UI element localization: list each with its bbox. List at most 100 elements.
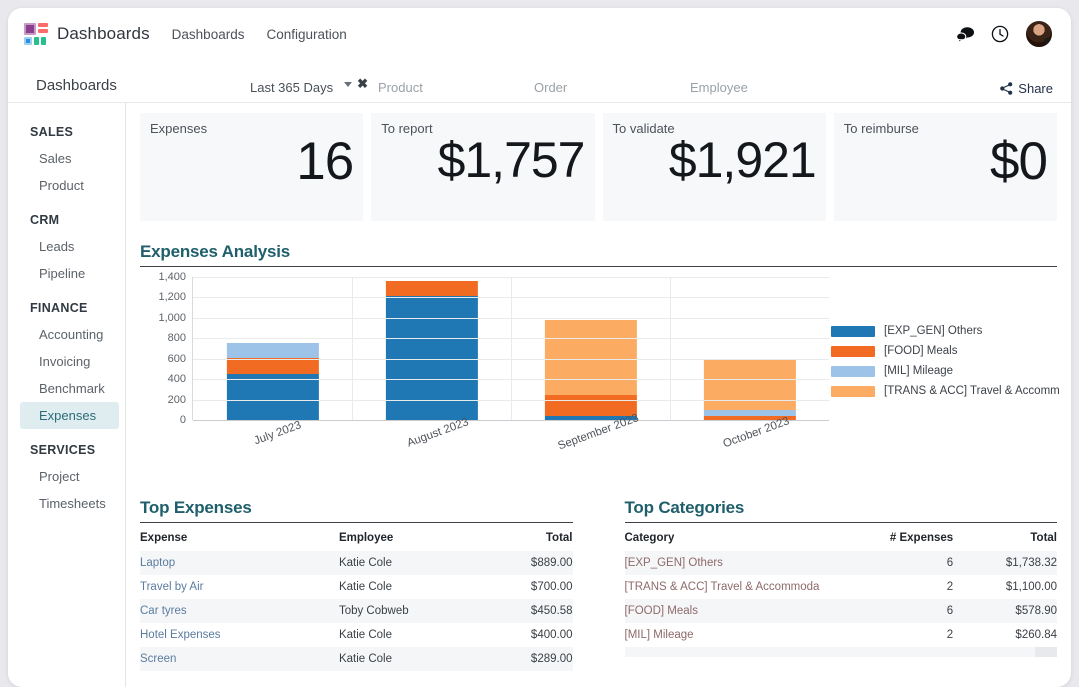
cell-employee: Katie Cole	[338, 629, 392, 641]
employee-filter-facet[interactable]: Employee	[688, 79, 828, 102]
chart-bar-cell[interactable]	[193, 277, 352, 420]
column-header-expense[interactable]: Expense	[140, 523, 339, 551]
chart-bar-segment[interactable]	[703, 358, 796, 410]
product-filter-placeholder: Product	[378, 80, 423, 95]
cell-employee: Toby Cobweb	[338, 605, 409, 617]
chart-stacked-bar[interactable]	[544, 320, 637, 420]
top-categories-title: Top Categories	[624, 498, 745, 517]
date-filter-facet[interactable]: Last 365 Days ✖	[248, 77, 368, 102]
chart-bar-segment[interactable]	[544, 395, 637, 416]
sidebar-item-expenses[interactable]: Expenses	[20, 402, 119, 429]
table-row[interactable]: Screen Katie Cole $289.00	[140, 647, 573, 671]
clock-icon[interactable]	[991, 25, 1009, 43]
chart-plot-area	[192, 277, 829, 421]
chart-stacked-bar[interactable]	[703, 358, 796, 420]
cell-num-expenses: 2	[946, 629, 954, 641]
table-row[interactable]: [FOOD] Meals 6 $578.90	[624, 599, 1057, 623]
kpi-card-to-report[interactable]: To report $1,757	[371, 113, 595, 221]
expenses-analysis-chart[interactable]: 0 200 400 600 800 1,000 1,200 1,400 July 2023 Au…	[140, 271, 1060, 477]
chart-bar-cell[interactable]	[511, 277, 670, 420]
sidebar-item-product[interactable]: Product	[8, 172, 125, 199]
nav-item-dashboards[interactable]: Dashboards	[172, 27, 245, 42]
sidebar-item-accounting[interactable]: Accounting	[8, 321, 125, 348]
cell-total: $889.00	[530, 557, 573, 569]
table-row[interactable]: Laptop Katie Cole $889.00	[140, 551, 573, 575]
cell-total: $578.90	[1015, 605, 1057, 617]
sidebar-item-pipeline[interactable]: Pipeline	[8, 260, 125, 287]
cell-total: $260.84	[1015, 629, 1057, 641]
nav-item-configuration[interactable]: Configuration	[266, 27, 346, 42]
cell-category[interactable]: [FOOD] Meals	[625, 599, 876, 623]
kpi-value-to-validate: $1,921	[668, 132, 817, 188]
cell-employee: Katie Cole	[338, 581, 392, 593]
cell-category[interactable]: [TRANS & ACC] Travel & Accommoda	[625, 575, 876, 599]
chart-bar-segment[interactable]	[226, 358, 319, 375]
column-header-num-expenses[interactable]: # Expenses	[875, 523, 953, 551]
share-button[interactable]: Share	[1000, 81, 1053, 102]
order-filter-facet[interactable]: Order	[532, 79, 680, 102]
chart-bar-segment[interactable]	[226, 374, 319, 420]
y-axis-tick-label: 1,400	[158, 271, 186, 283]
sidebar-item-benchmark[interactable]: Benchmark	[8, 375, 125, 402]
sidebar-item-invoicing[interactable]: Invoicing	[8, 348, 125, 375]
chevron-down-icon[interactable]	[344, 82, 352, 87]
cell-total: $400.00	[530, 629, 573, 641]
cell-expense[interactable]: Car tyres	[140, 599, 339, 623]
chart-bar-segment[interactable]	[703, 409, 796, 417]
table-row[interactable]: Car tyres Toby Cobweb $450.58	[140, 599, 573, 623]
chart-stacked-bar[interactable]	[226, 342, 319, 420]
table-row[interactable]: [TRANS & ACC] Travel & Accommoda 2 $1,100.…	[625, 575, 1058, 599]
cell-category[interactable]: [MIL] Mileage	[625, 623, 876, 647]
kpi-value-to-report: $1,757	[437, 132, 586, 188]
breadcrumb-view-title: Dashboards	[36, 77, 117, 94]
cell-num-expenses: 2	[946, 581, 954, 593]
sidebar-item-project[interactable]: Project	[8, 463, 125, 490]
table-row[interactable]: Travel by Air Katie Cole $700.00	[140, 575, 573, 599]
kpi-card-to-reimburse[interactable]: To reimburse $0	[833, 113, 1057, 221]
sidebar-item-timesheets[interactable]: Timesheets	[8, 490, 125, 517]
chart-x-axis-labels: July 2023 August 2023 September 2023 Octobe…	[192, 412, 829, 465]
chart-bar-segment[interactable]	[385, 281, 478, 297]
sidebar-group-sales: SALES Sales Product	[8, 117, 125, 199]
cell-expense[interactable]: Laptop	[140, 551, 339, 575]
order-filter-placeholder: Order	[534, 80, 568, 95]
control-panel-bar: Dashboards Last 365 Days ✖ Product Order…	[8, 60, 1071, 102]
cell-expense[interactable]: Screen	[140, 647, 339, 671]
column-header-total[interactable]: Total	[953, 523, 1057, 551]
column-header-employee[interactable]: Employee	[339, 523, 477, 551]
chart-x-tick: October 2023	[670, 415, 829, 465]
kpi-card-expenses[interactable]: Expenses 16	[140, 113, 364, 221]
expenses-analysis-section: Expenses Analysis 0 200 400 600 800 1,000 1,20…	[140, 242, 1060, 477]
date-filter-value: Last 365 Days	[250, 80, 334, 95]
chat-bubbles-icon[interactable]	[956, 26, 975, 43]
chart-bar-segment[interactable]	[226, 342, 319, 359]
table-horizontal-scrollbar[interactable]	[624, 647, 1057, 657]
column-header-category[interactable]: Category	[625, 523, 876, 551]
top-categories-table: Category # Expenses Total [EXP_GEN] Othe…	[624, 523, 1058, 647]
legend-color-swatch	[831, 365, 875, 377]
sidebar-item-sales[interactable]: Sales	[8, 145, 125, 172]
chart-legend-item[interactable]: [MIL] Mileage	[831, 365, 1051, 377]
column-header-total[interactable]: Total	[477, 523, 573, 551]
kpi-card-to-validate[interactable]: To validate $1,921	[602, 113, 826, 221]
table-row[interactable]: [EXP_GEN] Others 6 $1,738.32	[624, 551, 1057, 575]
user-avatar[interactable]	[1025, 20, 1053, 48]
cell-employee: Katie Cole	[338, 557, 392, 569]
cell-expense[interactable]: Hotel Expenses	[140, 623, 339, 647]
table-row[interactable]: [MIL] Mileage 2 $260.84	[625, 623, 1058, 647]
product-filter-facet[interactable]: Product	[376, 79, 524, 102]
close-icon[interactable]: ✖	[357, 77, 368, 90]
x-axis-tick-label: July 2023	[252, 419, 303, 448]
chart-legend-item[interactable]: [TRANS & ACC] Travel & Accomm	[831, 385, 1060, 397]
chart-legend-item[interactable]: [FOOD] Meals	[831, 345, 1051, 357]
cell-expense[interactable]: Travel by Air	[140, 575, 339, 599]
sidebar-item-leads[interactable]: Leads	[8, 233, 125, 260]
table-row[interactable]: Hotel Expenses Katie Cole $400.00	[140, 623, 573, 647]
chart-legend-item[interactable]: [EXP_GEN] Others	[831, 325, 1051, 337]
kpi-card-row: Expenses 16 To report $1,757 To validate…	[140, 113, 1057, 221]
chart-bar-cell[interactable]	[352, 277, 511, 420]
chart-category-separator	[511, 277, 512, 420]
cell-category[interactable]: [EXP_GEN] Others	[625, 551, 876, 575]
chart-bar-cell[interactable]	[670, 277, 829, 420]
table-header-row: Expense Employee Total	[140, 523, 573, 551]
